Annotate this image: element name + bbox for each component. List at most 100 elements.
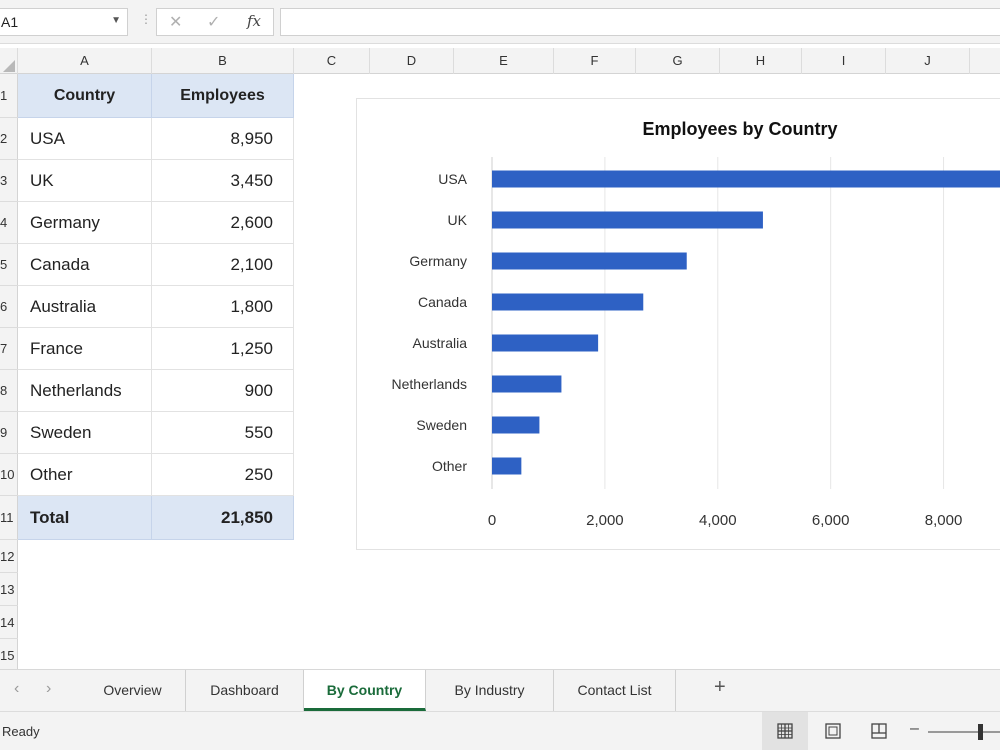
insert-function-icon[interactable]: fx xyxy=(247,12,261,30)
employees-cell[interactable]: 2,100 xyxy=(152,244,294,286)
x-tick-label: 6,000 xyxy=(812,512,850,529)
page-break-icon xyxy=(871,723,887,739)
row-header-15[interactable]: 15 xyxy=(0,639,18,669)
category-label: USA xyxy=(438,171,467,187)
employees-cell[interactable]: 2,600 xyxy=(152,202,294,244)
column-header-h[interactable]: H xyxy=(720,48,802,74)
row-header-12[interactable]: 12 xyxy=(0,540,18,573)
sheet-tab-dashboard[interactable]: Dashboard xyxy=(186,670,304,711)
bar-germany xyxy=(492,252,687,270)
category-label: Australia xyxy=(413,335,468,351)
zoom-slider[interactable] xyxy=(928,731,1000,733)
row-number: 12 xyxy=(0,549,15,564)
total-label-cell[interactable]: Total xyxy=(18,496,152,540)
column-header-d[interactable]: D xyxy=(370,48,454,74)
row-header-3[interactable]: 3 xyxy=(0,160,18,202)
zoom-out-button[interactable]: – xyxy=(910,720,919,738)
name-box[interactable]: A1 ▼ xyxy=(0,8,128,36)
category-label: Other xyxy=(432,458,467,474)
row-header-2[interactable]: 2 xyxy=(0,118,18,160)
page-layout-view-button[interactable] xyxy=(810,712,856,750)
enter-icon[interactable]: ✓ xyxy=(207,12,220,32)
country-cell[interactable]: France xyxy=(18,328,152,370)
row-number: 4 xyxy=(0,215,8,230)
bar-canada xyxy=(492,293,644,311)
row-number: 2 xyxy=(0,131,8,146)
cell-reference: A1 xyxy=(1,14,19,30)
normal-view-button[interactable] xyxy=(762,712,808,750)
chevron-down-icon[interactable]: ▼ xyxy=(111,15,121,26)
formula-input[interactable] xyxy=(280,8,1000,36)
column-header-i[interactable]: I xyxy=(802,48,886,74)
row-header-9[interactable]: 9 xyxy=(0,412,18,454)
employees-cell[interactable]: 250 xyxy=(152,454,294,496)
row-header-1[interactable]: 1 xyxy=(0,74,18,118)
country-cell[interactable]: USA xyxy=(18,118,152,160)
country-cell[interactable]: UK xyxy=(18,160,152,202)
employees-cell[interactable]: 900 xyxy=(152,370,294,412)
row-number: 13 xyxy=(0,582,15,597)
row-number: 11 xyxy=(0,510,14,525)
sheet-tab-contact-list[interactable]: Contact List xyxy=(554,670,676,711)
column-header-b[interactable]: B xyxy=(152,48,294,74)
chart-canvas: 0 2,000 4,000 6,000 8,000 Employees by Countr… xyxy=(392,119,1000,529)
header-cell-employees[interactable]: Employees xyxy=(152,74,294,118)
bar-netherlands xyxy=(492,375,562,393)
employees-cell[interactable]: 1,250 xyxy=(152,328,294,370)
employees-cell[interactable]: 1,800 xyxy=(152,286,294,328)
status-bar: Ready – xyxy=(0,711,1000,750)
row-header-4[interactable]: 4 xyxy=(0,202,18,244)
row-header-10[interactable]: 10 xyxy=(0,454,18,496)
bar-other xyxy=(492,457,522,475)
employees-cell[interactable]: 3,450 xyxy=(152,160,294,202)
row-number: 3 xyxy=(0,173,8,188)
bar-uk xyxy=(492,211,763,229)
row-header-14[interactable]: 14 xyxy=(0,606,18,639)
page-break-view-button[interactable] xyxy=(856,712,902,750)
column-header-j[interactable]: J xyxy=(886,48,970,74)
row-header-5[interactable]: 5 xyxy=(0,244,18,286)
column-header-c[interactable]: C xyxy=(294,48,370,74)
prev-sheet-icon[interactable]: ‹ xyxy=(14,680,19,698)
x-tick-label: 2,000 xyxy=(586,512,624,529)
country-cell[interactable]: Netherlands xyxy=(18,370,152,412)
row-header-13[interactable]: 13 xyxy=(0,573,18,606)
row-number: 5 xyxy=(0,257,8,272)
row-header-8[interactable]: 8 xyxy=(0,370,18,412)
formula-actions: ✕ ✓ fx xyxy=(156,8,274,36)
drag-handle-icon[interactable]: ⋮ xyxy=(140,12,152,26)
select-all-corner[interactable] xyxy=(0,48,18,74)
row-number: 1 xyxy=(0,88,8,103)
sheet-tab-by-country[interactable]: By Country xyxy=(304,670,426,711)
country-cell[interactable]: Australia xyxy=(18,286,152,328)
bar-chart[interactable]: 0 2,000 4,000 6,000 8,000 Employees by Countr… xyxy=(356,98,1000,550)
country-cell[interactable]: Canada xyxy=(18,244,152,286)
employees-cell[interactable]: 8,950 xyxy=(152,118,294,160)
add-sheet-icon[interactable]: + xyxy=(714,676,726,699)
country-cell[interactable]: Germany xyxy=(18,202,152,244)
row-header-7[interactable]: 7 xyxy=(0,328,18,370)
category-label: UK xyxy=(448,212,468,228)
worksheet-grid[interactable]: ABCDEFGHIJ 1 2 3 4 5 6 7 8 9 10 11 12 13 14 15 Country… xyxy=(0,44,1000,669)
sheet-tab-by-industry[interactable]: By Industry xyxy=(426,670,554,711)
cancel-icon[interactable]: ✕ xyxy=(169,12,182,32)
row-header-11[interactable]: 11 xyxy=(0,496,18,540)
sheet-tab-overview[interactable]: Overview xyxy=(80,670,186,711)
row-number: 15 xyxy=(0,648,15,663)
country-cell[interactable]: Other xyxy=(18,454,152,496)
next-sheet-icon[interactable]: › xyxy=(46,680,51,698)
page-layout-icon xyxy=(825,723,841,739)
zoom-slider-thumb[interactable] xyxy=(978,724,983,740)
header-cell-country[interactable]: Country xyxy=(18,74,152,118)
column-header-e[interactable]: E xyxy=(454,48,554,74)
total-value-cell[interactable]: 21,850 xyxy=(152,496,294,540)
column-header-g[interactable]: G xyxy=(636,48,720,74)
chart-title: Employees by Country xyxy=(642,119,837,139)
row-header-6[interactable]: 6 xyxy=(0,286,18,328)
status-text: Ready xyxy=(2,724,40,739)
column-header-a[interactable]: A xyxy=(18,48,152,74)
employees-cell[interactable]: 550 xyxy=(152,412,294,454)
country-cell[interactable]: Sweden xyxy=(18,412,152,454)
column-header-f[interactable]: F xyxy=(554,48,636,74)
row-number: 6 xyxy=(0,299,8,314)
